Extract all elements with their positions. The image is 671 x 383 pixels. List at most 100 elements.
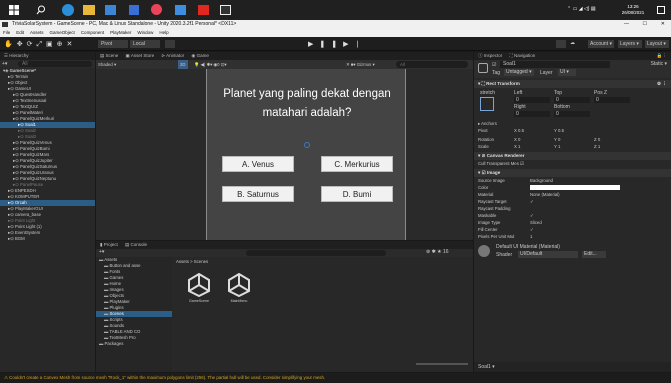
answer-button-c[interactable]: C. Merkurius bbox=[321, 156, 393, 172]
tab-console[interactable]: ▤ Console bbox=[125, 241, 147, 249]
collab-icon[interactable] bbox=[556, 40, 566, 48]
status-bar[interactable]: ⚠ Couldn't create a Convex Mesh from sou… bbox=[0, 373, 671, 383]
browser-icon[interactable] bbox=[151, 4, 162, 15]
rotation-x-field[interactable]: X 0 bbox=[514, 136, 520, 143]
add-asset-icon[interactable]: +▾ bbox=[99, 249, 104, 255]
tab-inspector[interactable]: ⓘ Inspector bbox=[478, 52, 502, 60]
scene-asset-gamescene[interactable]: GameScene bbox=[184, 272, 214, 317]
rect-transform-header[interactable]: ▾ ⛶ Rect Transform ⚙ ⋮ bbox=[474, 80, 671, 88]
file-explorer-icon[interactable] bbox=[83, 5, 95, 15]
cull-checkbox[interactable]: ☑ bbox=[520, 161, 524, 166]
mail-icon[interactable] bbox=[105, 5, 116, 15]
property-value[interactable]: ✓ bbox=[530, 212, 534, 219]
maximize-icon[interactable]: ☐ bbox=[643, 20, 647, 29]
hierarchy-search-input[interactable]: All bbox=[18, 61, 92, 67]
minimize-icon[interactable]: — bbox=[624, 20, 629, 29]
rt-bottom-field[interactable]: 0 bbox=[554, 111, 590, 117]
scene-view-options[interactable]: 💡 ◀) ✱▾ ◉0 ⊡▾ bbox=[194, 60, 227, 69]
pivot-x-field[interactable]: X 0.5 bbox=[514, 127, 524, 134]
active-checkbox[interactable]: ☑ bbox=[492, 62, 496, 68]
unity-icon[interactable] bbox=[220, 5, 231, 15]
layout-dropdown[interactable]: Layout ▾ bbox=[645, 40, 669, 48]
transform-tools[interactable]: ✋✥⟳⤢▣⊕✕ bbox=[4, 40, 76, 49]
object-name-field[interactable]: Soal1 bbox=[500, 61, 610, 68]
pivot-handle-icon[interactable] bbox=[304, 142, 310, 148]
property-value[interactable]: Sliced bbox=[530, 219, 542, 226]
menu-gameobject[interactable]: GameObject bbox=[50, 29, 75, 37]
windows-start-icon[interactable] bbox=[9, 5, 19, 15]
menu-assets[interactable]: Assets bbox=[30, 29, 44, 37]
grid-snap-button[interactable] bbox=[165, 40, 175, 48]
hierarchy-item-label: Object bbox=[14, 80, 28, 85]
clock[interactable]: 13:26 26/08/2021 bbox=[615, 4, 651, 16]
menu-edit[interactable]: Edit bbox=[16, 29, 24, 37]
scale-y-field[interactable]: Y 1 bbox=[554, 143, 560, 150]
menu-playmaker[interactable]: PlayMaker bbox=[110, 29, 131, 37]
tab-asset-store[interactable]: ▣ Asset Store bbox=[126, 52, 155, 60]
property-value[interactable] bbox=[530, 185, 620, 190]
menu-file[interactable]: File bbox=[3, 29, 10, 37]
component-menu-icon[interactable]: ⚙ ⋮ bbox=[657, 80, 667, 88]
search-icon[interactable] bbox=[36, 5, 46, 15]
tray-icons[interactable]: ⌃ ▭ ◢ ◁) ▤ bbox=[567, 6, 607, 14]
shader-dropdown[interactable]: UI/Default bbox=[518, 251, 578, 258]
zoom-slider[interactable] bbox=[416, 363, 468, 365]
answer-button-d[interactable]: D. Bumi bbox=[321, 186, 393, 202]
tab-navigation[interactable]: ⛶ Navigation bbox=[510, 52, 536, 60]
answer-button-a[interactable]: A. Venus bbox=[222, 156, 294, 172]
shading-dropdown[interactable]: Shaded ▾ bbox=[98, 60, 116, 69]
rt-left-field[interactable]: 0 bbox=[514, 97, 550, 103]
pivot-toggle[interactable]: Pivot bbox=[98, 40, 128, 48]
rotation-y-field[interactable]: Y 0 bbox=[554, 136, 560, 143]
project-search-input[interactable] bbox=[246, 250, 386, 256]
answer-button-b[interactable]: B. Saturnus bbox=[222, 186, 294, 202]
property-value[interactable]: ✓ bbox=[530, 198, 534, 205]
property-value[interactable]: Background bbox=[530, 177, 553, 184]
static-toggle[interactable]: Static ▾ bbox=[651, 61, 667, 67]
rt-posz-field[interactable]: 0 bbox=[594, 97, 630, 103]
hierarchy-item[interactable]: ▸⊙ BGM bbox=[0, 236, 95, 242]
rt-right-field[interactable]: 0 bbox=[514, 111, 550, 117]
layer-dropdown[interactable]: UI ▾ bbox=[558, 69, 576, 76]
pivot-y-field[interactable]: Y 0.5 bbox=[554, 127, 564, 134]
store-icon[interactable] bbox=[129, 5, 139, 15]
menu-component[interactable]: Component bbox=[81, 29, 104, 37]
add-icon[interactable]: +▾ bbox=[2, 61, 7, 67]
gizmos-dropdown[interactable]: ✕ ■▾ Gizmos ▾ bbox=[346, 60, 375, 69]
cloud-icon[interactable]: ☁ bbox=[570, 40, 578, 48]
tab-scene[interactable]: ▤ Scene bbox=[100, 52, 118, 60]
property-value[interactable]: 1 bbox=[530, 233, 532, 240]
notification-icon[interactable] bbox=[657, 6, 665, 14]
anchors-foldout[interactable]: ▸ Anchors bbox=[474, 120, 671, 127]
play-controls[interactable]: ▶❚❚▶❘ bbox=[308, 40, 366, 48]
rt-top-field[interactable]: 0 bbox=[554, 97, 590, 103]
lock-icon[interactable]: 🔒⋮ bbox=[657, 52, 667, 60]
folder-item[interactable]: ▬ Packages bbox=[96, 341, 172, 347]
2d-toggle[interactable]: 2D bbox=[178, 60, 188, 69]
hierarchy-tab[interactable]: ☰ Hierarchy bbox=[0, 52, 95, 60]
property-value[interactable]: ✓ bbox=[530, 226, 534, 233]
scene-asset-mainmenu[interactable]: MainMenu bbox=[224, 272, 254, 317]
layers-dropdown[interactable]: Layers ▾ bbox=[618, 40, 642, 48]
canvas-renderer-header[interactable]: ▾ ⊘ Canvas Renderer bbox=[474, 152, 671, 160]
tab-animator[interactable]: ⊳ Animator bbox=[161, 52, 184, 60]
acrobat-icon[interactable] bbox=[198, 5, 209, 15]
shader-edit-button[interactable]: Edit... bbox=[582, 251, 606, 258]
close-icon[interactable]: ✕ bbox=[661, 20, 665, 29]
local-toggle[interactable]: Local bbox=[130, 40, 160, 48]
account-dropdown[interactable]: Account ▾ bbox=[588, 40, 614, 48]
vscode-icon[interactable] bbox=[175, 5, 186, 15]
image-header[interactable]: ▾ ☑ Image bbox=[474, 169, 671, 177]
scene-search-input[interactable]: All bbox=[396, 61, 468, 68]
scale-x-field[interactable]: X 1 bbox=[514, 143, 520, 150]
edge-browser-icon[interactable] bbox=[62, 4, 74, 16]
anchor-presets-icon[interactable] bbox=[480, 97, 494, 111]
menu-window[interactable]: Window bbox=[137, 29, 153, 37]
tab-game[interactable]: ◉ Game bbox=[191, 52, 208, 60]
property-value[interactable]: None (Material) bbox=[530, 191, 560, 198]
tag-dropdown[interactable]: Untagged ▾ bbox=[504, 69, 534, 76]
scale-z-field[interactable]: Z 1 bbox=[594, 143, 600, 150]
rotation-z-field[interactable]: Z 0 bbox=[594, 136, 600, 143]
tab-project[interactable]: ▮ Project bbox=[100, 241, 118, 249]
menu-help[interactable]: Help bbox=[159, 29, 168, 37]
